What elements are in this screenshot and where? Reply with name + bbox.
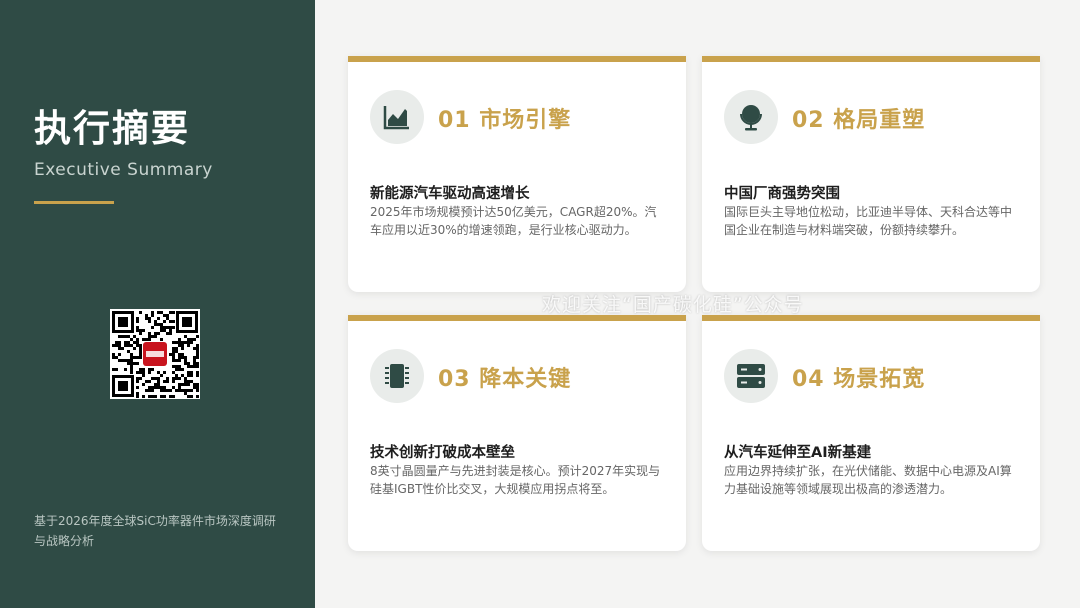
card-number-title: 04 场景拓宽 (792, 367, 926, 392)
page-subtitle: Executive Summary (34, 160, 213, 180)
globe-icon (724, 90, 778, 144)
card-scenario-expansion: 04 场景拓宽 从汽车延伸至AI新基建 应用边界持续扩张，在光伏储能、数据中心电… (702, 315, 1040, 551)
card-number-title: 01 市场引擎 (438, 108, 572, 133)
report-footnote: 基于2026年度全球SiC功率器件市场深度调研与战略分析 (34, 514, 276, 548)
server-icon (724, 349, 778, 403)
chip-icon (370, 349, 424, 403)
card-body: 应用边界持续扩张，在光伏储能、数据中心电源及AI算力基础设施等领域展现出极高的渗… (724, 464, 1012, 496)
card-heading: 中国厂商强势突围 (724, 186, 840, 202)
page-title: 执行摘要 (34, 107, 190, 150)
card-heading: 技术创新打破成本壁垒 (370, 445, 515, 461)
card-number-title: 03 降本关键 (438, 367, 572, 392)
chart-area-icon (370, 90, 424, 144)
qr-code (110, 309, 200, 399)
card-market-engine: 01 市场引擎 新能源汽车驱动高速增长 2025年市场规模预计达50亿美元，CA… (348, 56, 686, 292)
card-number-title: 02 格局重塑 (792, 108, 926, 133)
card-heading: 新能源汽车驱动高速增长 (370, 186, 530, 202)
card-body: 2025年市场规模预计达50亿美元，CAGR超20%。汽车应用以近30%的增速领… (370, 205, 657, 237)
card-landscape-reshape: 02 格局重塑 中国厂商强势突围 国际巨头主导地位松动，比亚迪半导体、天科合达等… (702, 56, 1040, 292)
card-body: 8英寸晶圆量产与先进封装是核心。预计2027年实现与硅基IGBT性价比交叉，大规… (370, 464, 661, 496)
card-body: 国际巨头主导地位松动，比亚迪半导体、天科合达等中国企业在制造与材料端突破，份额持… (724, 205, 1013, 237)
title-divider (34, 201, 114, 204)
sidebar: 执行摘要 Executive Summary 基于2026年度全球SiC功率器件… (0, 0, 315, 608)
watermark: 欢迎关注“国产碳化硅”公众号 (542, 294, 804, 316)
card-cost-reduction: 03 降本关键 技术创新打破成本壁垒 8英寸晶圆量产与先进封装是核心。预计202… (348, 315, 686, 551)
card-heading: 从汽车延伸至AI新基建 (724, 445, 872, 461)
